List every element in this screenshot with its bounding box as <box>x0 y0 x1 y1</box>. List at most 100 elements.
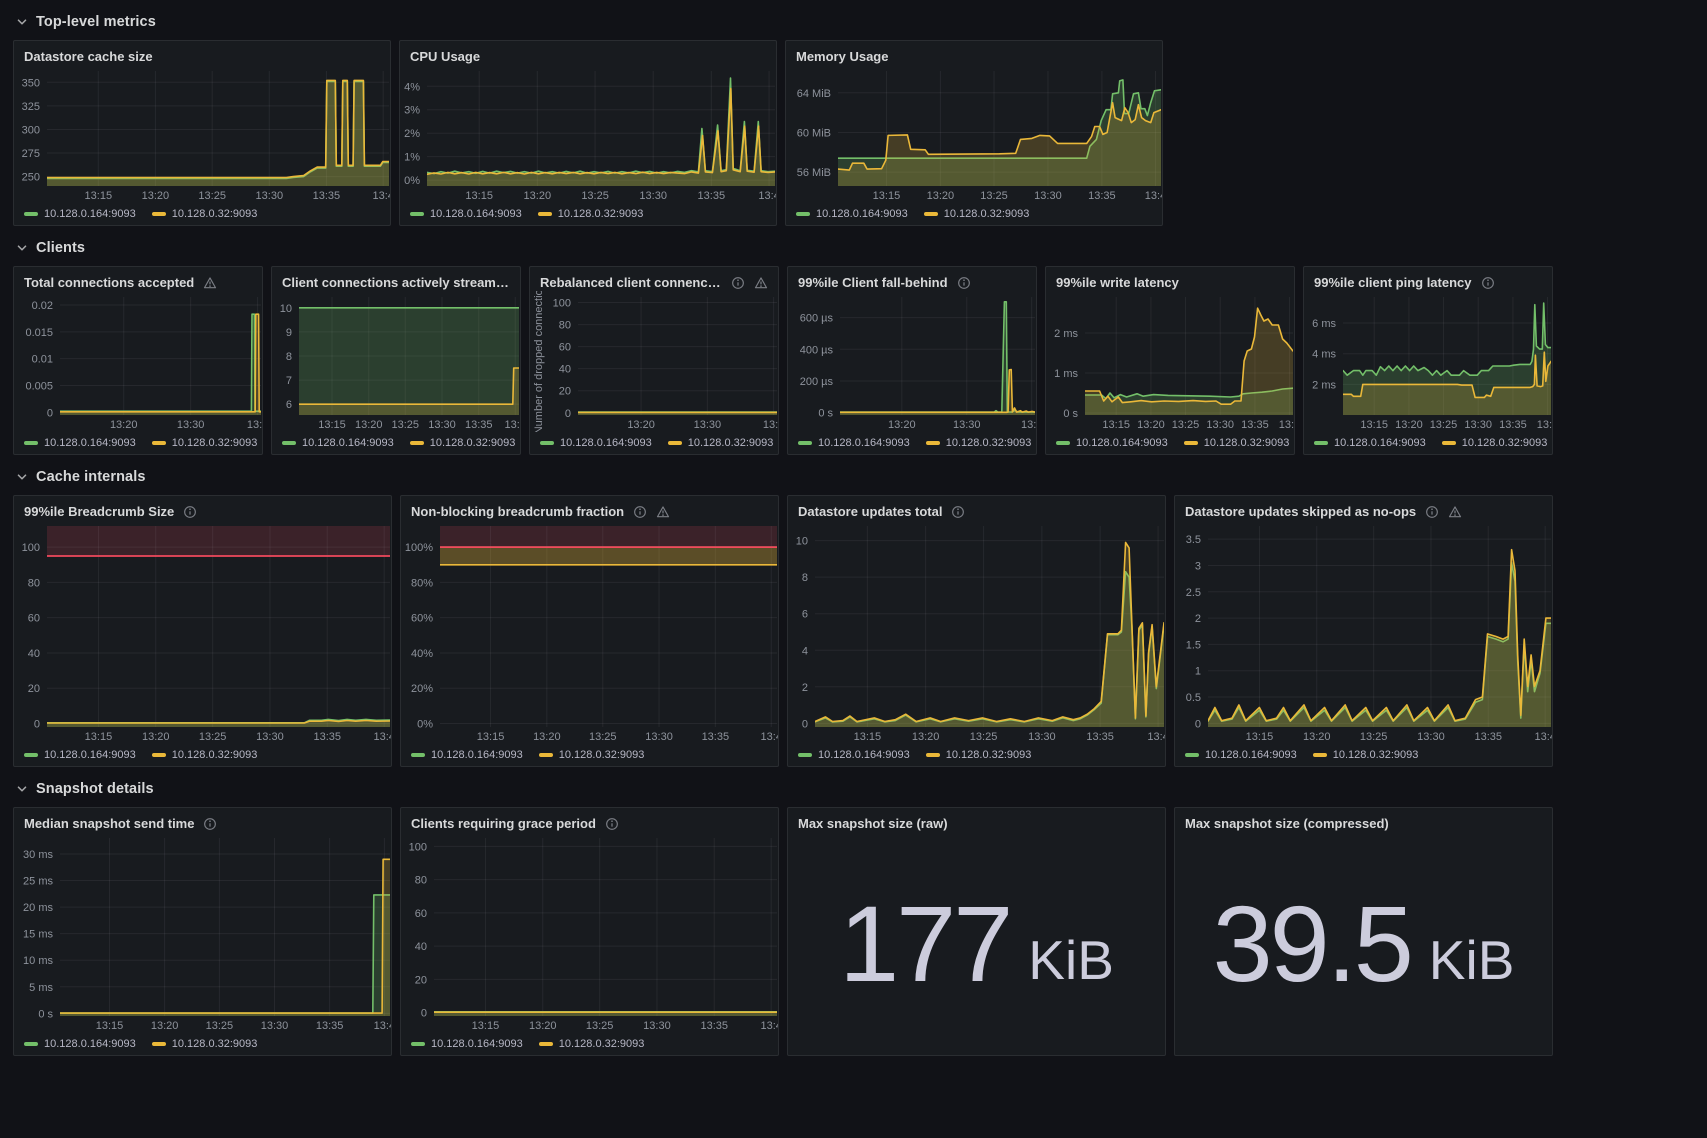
legend-item[interactable]: 10.128.0.32:9093 <box>539 1038 645 1050</box>
legend-item[interactable]: 10.128.0.164:9093 <box>24 208 136 220</box>
legend-item[interactable]: 10.128.0.164:9093 <box>411 1038 523 1050</box>
section-header-clients[interactable]: Clients <box>15 238 1707 258</box>
timeseries-chart[interactable]: 02040608010013:2013:3013:4Number of drop… <box>530 291 778 432</box>
panel-max-snapshot-size-compressed: Max snapshot size (compressed)39.5KiB <box>1174 807 1553 1056</box>
legend-label: 10.128.0.32:9093 <box>1204 437 1290 449</box>
y-tick-label: 40 <box>559 364 571 376</box>
legend-item[interactable]: 10.128.0.32:9093 <box>926 749 1032 761</box>
y-tick-label: 0.015 <box>25 327 53 339</box>
legend-item[interactable]: 10.128.0.32:9093 <box>538 208 644 220</box>
warning-icon[interactable] <box>754 276 768 290</box>
legend-item[interactable]: 10.128.0.32:9093 <box>924 208 1030 220</box>
panel-header-99ile-breadcrumb-size[interactable]: 99%ile Breadcrumb Size <box>14 496 391 520</box>
panel-header-datastore-cache-size[interactable]: Datastore cache size <box>14 41 390 65</box>
y-tick-label: 40 <box>415 941 427 953</box>
timeseries-chart[interactable]: 0%20%40%60%80%100%13:1513:2013:2513:3013… <box>401 520 778 744</box>
y-tick-label: 2 ms <box>1312 379 1336 391</box>
legend-item[interactable]: 10.128.0.164:9093 <box>796 208 908 220</box>
legend-item[interactable]: 10.128.0.164:9093 <box>798 437 910 449</box>
legend-item[interactable]: 10.128.0.32:9093 <box>539 749 645 761</box>
timeseries-chart[interactable]: 024681013:1513:2013:2513:3013:3513:4 <box>788 520 1165 744</box>
section-header-top-level-metrics[interactable]: Top-level metrics <box>15 12 1707 32</box>
timeseries-chart[interactable]: 02040608010013:1513:2013:2513:3013:3513:… <box>14 520 391 744</box>
panel-header-rebalanced-client-connenctions[interactable]: Rebalanced client connenctions <box>530 267 778 291</box>
y-tick-label: 8 <box>802 572 808 584</box>
info-icon[interactable] <box>731 276 745 290</box>
x-tick-label: 13:30 <box>645 731 673 743</box>
legend-color-swatch <box>152 1042 166 1046</box>
legend-item[interactable]: 10.128.0.32:9093 <box>152 1038 258 1050</box>
section-header-snapshot-details[interactable]: Snapshot details <box>15 779 1707 799</box>
timeseries-chart[interactable]: 0%1%2%3%4%13:1513:2013:2513:3013:3513:4 <box>400 65 776 203</box>
legend: 10.128.0.164:9093 10.128.0.32:9093 <box>14 1033 391 1056</box>
timeseries-chart[interactable]: 67891013:1513:2013:2513:3013:3513:4 <box>272 291 520 432</box>
legend-item[interactable]: 10.128.0.164:9093 <box>282 437 394 449</box>
legend-item[interactable]: 10.128.0.32:9093 <box>1313 749 1419 761</box>
info-icon[interactable] <box>633 505 647 519</box>
info-icon[interactable] <box>203 817 217 831</box>
legend-item[interactable]: 10.128.0.164:9093 <box>798 749 910 761</box>
y-tick-label: 60% <box>411 613 433 625</box>
legend-item[interactable]: 10.128.0.32:9093 <box>668 437 774 449</box>
legend-item[interactable]: 10.128.0.164:9093 <box>1056 437 1168 449</box>
panel-header-max-snapshot-size-compressed[interactable]: Max snapshot size (compressed) <box>1175 808 1552 832</box>
y-tick-label: 1.5 <box>1186 639 1201 651</box>
info-icon[interactable] <box>605 817 619 831</box>
y-tick-label: 1% <box>404 152 420 164</box>
panel-header-99ile-client-fall-behind[interactable]: 99%ile Client fall-behind <box>788 267 1036 291</box>
warning-icon[interactable] <box>203 276 217 290</box>
panel-header-99ile-write-latency[interactable]: 99%ile write latency <box>1046 267 1294 291</box>
y-tick-label: 0 <box>34 718 40 730</box>
panel-header-cpu-usage[interactable]: CPU Usage <box>400 41 776 65</box>
legend-item[interactable]: 10.128.0.164:9093 <box>24 1038 136 1050</box>
legend-item[interactable]: 10.128.0.164:9093 <box>1185 749 1297 761</box>
panel-header-datastore-updates-total[interactable]: Datastore updates total <box>788 496 1165 520</box>
panel-header-memory-usage[interactable]: Memory Usage <box>786 41 1162 65</box>
y-tick-label: 20 ms <box>23 902 53 914</box>
legend-item[interactable]: 10.128.0.164:9093 <box>540 437 652 449</box>
legend-item[interactable]: 10.128.0.32:9093 <box>1442 437 1548 449</box>
x-tick-label: 13:20 <box>355 419 383 431</box>
timeseries-chart[interactable]: 00.511.522.533.513:1513:2013:2513:3013:3… <box>1175 520 1552 744</box>
timeseries-chart[interactable]: 56 MiB60 MiB64 MiB13:1513:2013:2513:3013… <box>786 65 1162 203</box>
panel-header-clients-requiring-grace-period[interactable]: Clients requiring grace period <box>401 808 778 832</box>
timeseries-chart[interactable]: 0 s1 ms2 ms13:1513:2013:2513:3013:3513:4 <box>1046 291 1294 432</box>
info-icon[interactable] <box>957 276 971 290</box>
legend-item[interactable]: 10.128.0.164:9093 <box>411 749 523 761</box>
timeseries-chart[interactable]: 0 s5 ms10 ms15 ms20 ms25 ms30 ms13:1513:… <box>14 832 391 1033</box>
legend-item[interactable]: 10.128.0.164:9093 <box>24 437 136 449</box>
timeseries-chart[interactable]: 25027530032535013:1513:2013:2513:3013:35… <box>14 65 390 203</box>
timeseries-chart[interactable]: 00.0050.010.0150.0213:2013:3013:4 <box>14 291 262 432</box>
x-tick-label: 13:30 <box>1464 419 1492 431</box>
info-icon[interactable] <box>1481 276 1495 290</box>
timeseries-chart[interactable]: 0 s200 µs400 µs600 µs13:2013:3013:4 <box>788 291 1036 432</box>
panel-header-total-connections-accepted[interactable]: Total connections accepted <box>14 267 262 291</box>
panel-header-median-snapshot-send-time[interactable]: Median snapshot send time <box>14 808 391 832</box>
section-header-cache-internals[interactable]: Cache internals <box>15 467 1707 487</box>
warning-icon[interactable] <box>1448 505 1462 519</box>
legend-item[interactable]: 10.128.0.32:9093 <box>926 437 1032 449</box>
panel-header-non-blocking-breadcrumb-fraction[interactable]: Non-blocking breadcrumb fraction <box>401 496 778 520</box>
legend-item[interactable]: 10.128.0.32:9093 <box>410 437 516 449</box>
panel-header-datastore-updates-skipped-as-no-ops[interactable]: Datastore updates skipped as no-ops <box>1175 496 1552 520</box>
timeseries-chart[interactable]: 02040608010013:1513:2013:2513:3013:3513:… <box>401 832 778 1033</box>
legend-item[interactable]: 10.128.0.164:9093 <box>1314 437 1426 449</box>
panel-header-max-snapshot-size-raw[interactable]: Max snapshot size (raw) <box>788 808 1165 832</box>
panel-header-client-connections-actively-streaming[interactable]: Client connections actively streaming <box>272 267 520 291</box>
legend-item[interactable]: 10.128.0.32:9093 <box>152 749 258 761</box>
legend-item[interactable]: 10.128.0.32:9093 <box>1184 437 1290 449</box>
y-tick-label: 0% <box>404 175 420 187</box>
info-icon[interactable] <box>183 505 197 519</box>
timeseries-chart[interactable]: 2 ms4 ms6 ms13:1513:2013:2513:3013:3513:… <box>1304 291 1552 432</box>
y-tick-label: 100 <box>22 542 40 554</box>
info-icon[interactable] <box>951 505 965 519</box>
legend-item[interactable]: 10.128.0.164:9093 <box>410 208 522 220</box>
warning-icon[interactable] <box>656 505 670 519</box>
panel-header-99ile-client-ping-latency[interactable]: 99%ile client ping latency <box>1304 267 1552 291</box>
legend-item[interactable]: 10.128.0.32:9093 <box>152 437 258 449</box>
legend-item[interactable]: 10.128.0.32:9093 <box>152 208 258 220</box>
info-icon[interactable] <box>1425 505 1439 519</box>
legend-item[interactable]: 10.128.0.164:9093 <box>24 749 136 761</box>
panel-title: 99%ile Breadcrumb Size <box>24 504 174 519</box>
panel-title: CPU Usage <box>410 49 480 64</box>
